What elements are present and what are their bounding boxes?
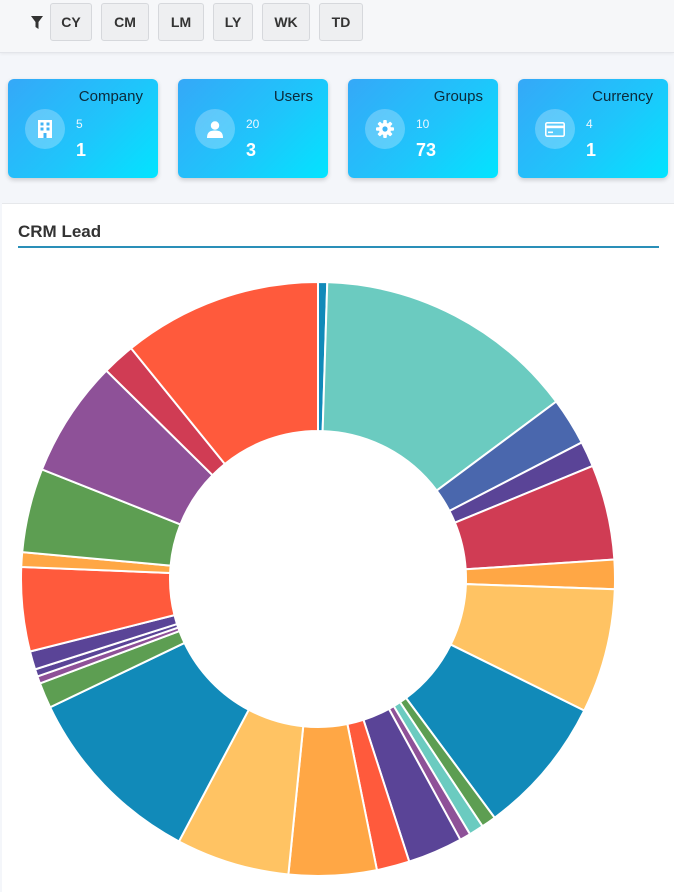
card-title: Users [273,88,313,105]
gear-icon [365,109,405,149]
card-secondary-value: 20 [246,117,260,131]
period-button-cy[interactable]: CY [50,3,92,41]
users-card[interactable]: Users 20 3 [178,79,328,178]
filter-bar: CY CM LM LY WK TD [0,0,674,53]
filter-icon [31,16,43,29]
period-button-td[interactable]: TD [319,3,363,41]
card-primary-value: 1 [586,140,597,160]
user-icon [195,109,235,149]
building-icon [25,109,65,149]
donut-chart [20,280,616,877]
card-title: Currency [592,88,653,105]
card-secondary-value: 4 [586,117,593,131]
credit-card-icon [535,109,575,149]
period-button-lm[interactable]: LM [158,3,204,41]
card-secondary-value: 10 [416,117,430,131]
card-primary-value: 73 [416,140,437,160]
card-primary-value: 1 [76,140,87,160]
groups-card[interactable]: Groups 10 73 [348,79,498,178]
company-card[interactable]: Company 5 1 [8,79,158,178]
period-button-cm[interactable]: CM [101,3,149,41]
card-title: Groups [433,88,483,105]
crm-lead-panel: CRM Lead [2,203,674,892]
card-title: Company [78,88,143,105]
card-primary-value: 3 [246,140,257,160]
period-button-ly[interactable]: LY [213,3,253,41]
period-button-wk[interactable]: WK [262,3,310,41]
currency-card[interactable]: Currency 4 1 [518,79,668,178]
card-secondary-value: 5 [76,117,83,131]
